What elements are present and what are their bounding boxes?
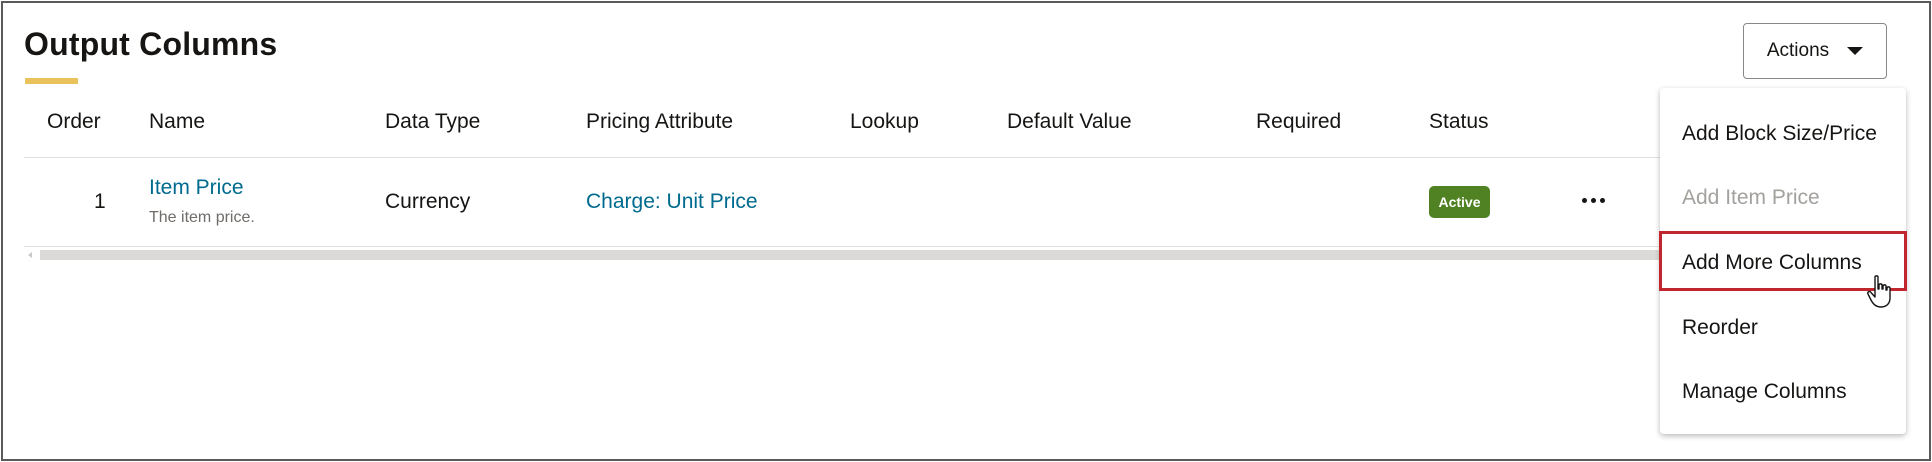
column-header-name[interactable]: Name bbox=[149, 110, 205, 134]
hand-pointer-icon bbox=[1867, 275, 1891, 308]
order-cell: 1 bbox=[94, 190, 106, 213]
menu-item-add-more-columns[interactable]: Add More Columns bbox=[1682, 251, 1862, 275]
row-divider bbox=[24, 246, 1664, 247]
column-header-pricing-attribute[interactable]: Pricing Attribute bbox=[586, 110, 733, 134]
table-row: 1 Item Price The item price. Currency Ch… bbox=[0, 158, 1660, 246]
column-header-order[interactable]: Order bbox=[47, 110, 101, 134]
column-header-required[interactable]: Required bbox=[1256, 110, 1341, 134]
caret-down-icon bbox=[1847, 47, 1864, 55]
actions-button-label: Actions bbox=[1766, 40, 1830, 61]
status-badge: Active bbox=[1429, 186, 1490, 218]
actions-menu: Add Block Size/Price Add Item Price Add … bbox=[1660, 88, 1906, 434]
scroll-left-arrow-icon[interactable] bbox=[28, 252, 32, 258]
horizontal-scrollbar[interactable] bbox=[24, 248, 1664, 262]
column-header-lookup[interactable]: Lookup bbox=[850, 110, 919, 134]
scrollbar-thumb[interactable] bbox=[40, 250, 1664, 260]
data-type-cell: Currency bbox=[385, 190, 471, 213]
table-header: Order Name Data Type Pricing Attribute L… bbox=[0, 110, 1660, 158]
column-header-default-value[interactable]: Default Value bbox=[1007, 110, 1132, 134]
item-description: The item price. bbox=[149, 209, 255, 226]
column-header-data-type[interactable]: Data Type bbox=[385, 110, 480, 134]
menu-item-manage-columns[interactable]: Manage Columns bbox=[1682, 380, 1847, 404]
title-accent-bar bbox=[25, 78, 78, 84]
ellipsis-icon[interactable] bbox=[1575, 188, 1611, 212]
menu-item-reorder[interactable]: Reorder bbox=[1682, 316, 1758, 340]
item-name-link[interactable]: Item Price bbox=[149, 176, 244, 200]
pricing-attribute-link[interactable]: Charge: Unit Price bbox=[586, 190, 758, 214]
menu-item-add-item-price: Add Item Price bbox=[1682, 186, 1820, 209]
actions-button[interactable]: Actions bbox=[1743, 23, 1887, 79]
menu-item-add-block-size-price[interactable]: Add Block Size/Price bbox=[1682, 122, 1877, 146]
page-title: Output Columns bbox=[24, 26, 278, 62]
column-header-status[interactable]: Status bbox=[1429, 110, 1489, 134]
